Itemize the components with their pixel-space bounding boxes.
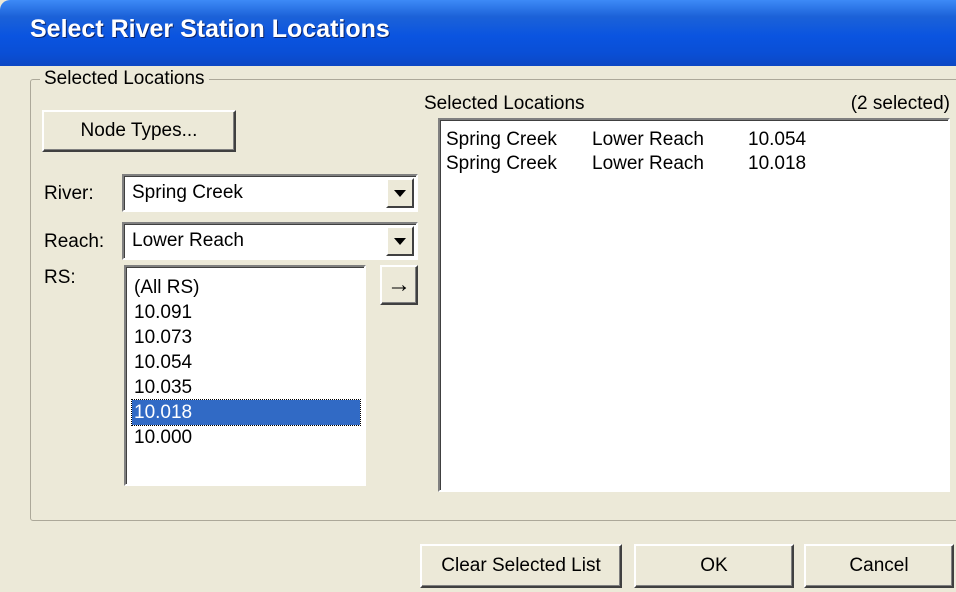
ok-button-label: OK	[700, 555, 728, 576]
node-types-button[interactable]: Node Types...	[42, 110, 236, 152]
selected-row-river: Spring Creek	[446, 129, 557, 150]
reach-label: Reach:	[44, 231, 105, 252]
rs-listbox[interactable]: (All RS) 10.091 10.073 10.054 10.035 10.…	[124, 265, 366, 486]
selected-row-reach: Lower Reach	[592, 153, 704, 174]
reach-dropdown-button[interactable]	[386, 226, 414, 256]
rs-item[interactable]: 10.073	[132, 325, 360, 350]
rs-item[interactable]: 10.035	[132, 375, 360, 400]
chevron-down-icon	[394, 237, 406, 245]
add-to-selected-button[interactable]: →	[380, 265, 418, 305]
rs-item[interactable]: 10.000	[132, 425, 360, 450]
rs-label: RS:	[44, 267, 76, 288]
selected-row-reach: Lower Reach	[592, 129, 704, 150]
river-value: Spring Creek	[132, 182, 243, 203]
group-legend: Selected Locations	[40, 68, 209, 90]
river-dropdown[interactable]: Spring Creek	[122, 174, 418, 212]
dialog-window: Select River Station Locations Selected …	[0, 0, 956, 592]
rs-item[interactable]: (All RS)	[132, 275, 360, 300]
selected-row[interactable]: Spring Creek Lower Reach 10.018	[446, 152, 946, 176]
selected-count: (2 selected)	[850, 93, 950, 114]
selected-row-rs: 10.018	[748, 153, 807, 174]
rs-item-selected[interactable]: 10.018	[131, 399, 361, 426]
river-dropdown-button[interactable]	[386, 178, 414, 208]
rs-item[interactable]: 10.091	[132, 300, 360, 325]
cancel-button-label: Cancel	[849, 555, 909, 576]
cancel-button[interactable]: Cancel	[804, 544, 954, 588]
arrow-right-icon: →	[387, 271, 411, 298]
selected-list-header: Selected Locations	[424, 93, 585, 114]
reach-dropdown[interactable]: Lower Reach	[122, 222, 418, 260]
selected-row-rs: 10.054	[748, 129, 807, 150]
selected-row-river: Spring Creek	[446, 153, 557, 174]
title-bar[interactable]: Select River Station Locations	[0, 0, 956, 66]
chevron-down-icon	[394, 189, 406, 197]
selected-locations-listbox[interactable]: Spring Creek Lower Reach 10.054 Spring C…	[438, 118, 950, 492]
ok-button[interactable]: OK	[634, 544, 794, 588]
clear-selected-list-button[interactable]: Clear Selected List	[420, 544, 622, 588]
reach-value: Lower Reach	[132, 230, 244, 251]
selected-row[interactable]: Spring Creek Lower Reach 10.054	[446, 128, 946, 152]
rs-item[interactable]: 10.054	[132, 350, 360, 375]
river-label: River:	[44, 183, 94, 204]
clear-button-label: Clear Selected List	[441, 555, 601, 576]
node-types-label: Node Types...	[80, 120, 198, 141]
window-title: Select River Station Locations	[30, 15, 390, 43]
